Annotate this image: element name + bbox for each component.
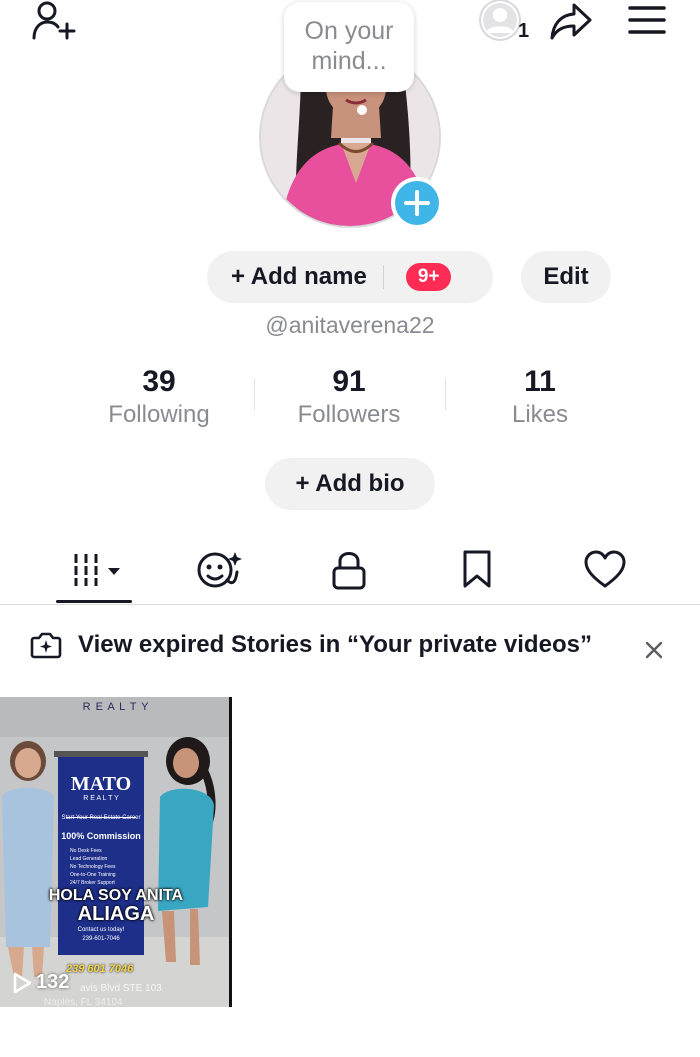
video-thumbnail[interactable]: R E A L T Y MATO R E A L T Y Start Your … xyxy=(0,697,232,1007)
video-header-text: R E A L T Y xyxy=(82,701,150,713)
reposts-face-icon xyxy=(197,552,242,588)
grid-videos-icon xyxy=(74,554,120,586)
banner-list: No Desk Fees Lead Generation No Technolo… xyxy=(70,847,144,887)
menu-button[interactable] xyxy=(624,0,670,40)
video-view-count: 132 xyxy=(12,971,69,994)
banner-list-item: No Technology Fees xyxy=(70,864,116,870)
person-plus-icon xyxy=(32,1,76,40)
banner-list-item: One-to-One Training xyxy=(70,872,116,878)
account-count-badge: 1 xyxy=(518,20,530,42)
add-name-button[interactable]: + Add name 9+ xyxy=(207,251,493,303)
edit-label: Edit xyxy=(543,263,589,290)
plus-icon xyxy=(404,190,430,216)
edit-profile-button[interactable]: Edit xyxy=(521,251,611,303)
tab-reposts[interactable] xyxy=(171,540,271,600)
username: @anitaverena22 xyxy=(265,312,435,338)
add-avatar-button[interactable] xyxy=(391,177,443,229)
tab-liked[interactable] xyxy=(555,540,655,600)
share-arrow-icon xyxy=(550,3,592,40)
share-profile-button[interactable] xyxy=(546,0,596,44)
add-name-label: + Add name xyxy=(231,263,367,290)
banner-phone: 239-601-7046 xyxy=(82,936,120,942)
mind-bubble-line1: On your xyxy=(304,17,394,45)
tab-saved[interactable] xyxy=(427,540,527,600)
video-caption-line2: ALIAGA xyxy=(77,903,155,925)
banner-list-item: 24/7 Broker Support xyxy=(70,880,115,886)
stories-notice-text: View expired Stories in “Your private vi… xyxy=(78,631,592,658)
play-icon xyxy=(13,972,32,993)
bookmark-icon xyxy=(463,550,491,588)
banner-list-item: No Desk Fees xyxy=(70,848,102,854)
stat-divider xyxy=(445,378,446,410)
tab-videos[interactable] xyxy=(50,540,150,600)
add-bio-button[interactable]: + Add bio xyxy=(265,458,435,510)
stat-likes[interactable]: 11 Likes xyxy=(450,364,630,430)
tab-private[interactable] xyxy=(299,540,399,600)
banner-contact: Contact us today! xyxy=(77,927,125,933)
expired-stories-notice[interactable]: View expired Stories in “Your private vi… xyxy=(30,630,592,660)
stat-followers[interactable]: 91 Followers xyxy=(259,364,439,430)
account-switcher[interactable]: 1 xyxy=(470,0,534,46)
video-address-line1: avis Blvd STE 103 xyxy=(80,983,162,994)
following-label: Following xyxy=(108,401,210,428)
stat-following[interactable]: 39 Following xyxy=(69,364,249,430)
dismiss-notice-button[interactable] xyxy=(640,636,668,664)
notification-badge: 9+ xyxy=(405,263,452,291)
following-count: 39 xyxy=(142,365,176,398)
video-address-line2: Naples, FL 34104 xyxy=(44,997,123,1007)
mind-bubble-line2: mind... xyxy=(311,47,387,75)
banner-tagline: Start Your Real Estate Career xyxy=(61,815,141,821)
banner-commission: 100% Commission xyxy=(61,831,141,841)
likes-count: 11 xyxy=(524,365,556,398)
story-sparkle-icon xyxy=(30,632,62,659)
banner-list-item: Lead Generation xyxy=(70,856,108,862)
video-edge xyxy=(229,697,232,1007)
close-icon xyxy=(645,641,663,659)
view-count-value: 132 xyxy=(36,971,70,993)
stat-divider xyxy=(254,378,255,410)
pill-divider xyxy=(382,265,384,289)
bubble-tail xyxy=(357,105,367,115)
add-bio-label: + Add bio xyxy=(295,470,405,497)
likes-label: Likes xyxy=(511,401,569,428)
lock-icon xyxy=(332,552,366,590)
tabs-divider xyxy=(0,604,700,605)
banner-subtitle: R E A L T Y xyxy=(83,795,119,802)
heart-icon xyxy=(584,550,626,588)
followers-count: 91 xyxy=(332,365,366,398)
banner-title: MATO xyxy=(70,773,132,795)
video-phone-overlay: 239 601 7046 xyxy=(66,963,134,975)
add-friend-button[interactable] xyxy=(28,0,80,44)
active-tab-indicator xyxy=(56,600,132,603)
on-your-mind-bubble[interactable]: On your mind... xyxy=(284,2,414,92)
hamburger-menu-icon xyxy=(628,6,666,34)
followers-label: Followers xyxy=(297,401,401,428)
